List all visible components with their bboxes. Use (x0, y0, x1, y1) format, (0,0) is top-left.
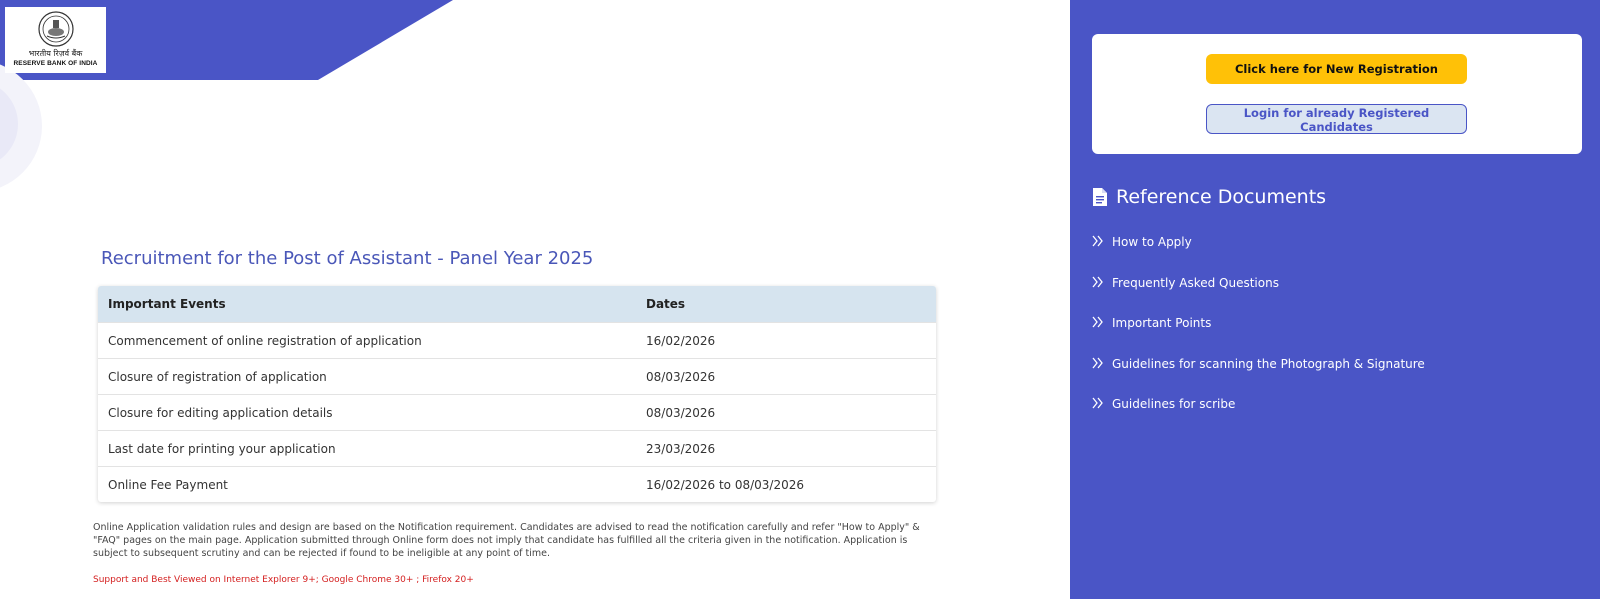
table-row: Last date for printing your application … (98, 430, 936, 467)
event-cell: Last date for printing your application (98, 430, 636, 467)
date-cell: 16/02/2026 to 08/03/2026 (636, 466, 936, 502)
event-cell: Closure for editing application details (98, 394, 636, 431)
double-chevron-right-icon (1092, 357, 1103, 369)
rbi-logo[interactable]: भारतीय रिज़र्व बैंक RESERVE BANK OF INDI… (5, 7, 106, 73)
logo-hindi-text: भारतीय रिज़र्व बैंक (28, 49, 83, 58)
event-cell: Closure of registration of application (98, 358, 636, 395)
important-events-table-card: Important Events Dates Commencement of o… (98, 286, 936, 502)
date-cell: 08/03/2026 (636, 358, 936, 395)
reference-documents-title: Reference Documents (1116, 186, 1327, 208)
date-cell: 08/03/2026 (636, 394, 936, 431)
double-chevron-right-icon (1092, 397, 1103, 409)
table-row: Online Fee Payment 16/02/2026 to 08/03/2… (98, 466, 936, 502)
reference-link-photo-signature-guidelines[interactable]: Guidelines for scanning the Photograph &… (1092, 347, 1425, 388)
sidebar: Click here for New Registration Login fo… (1070, 0, 1600, 599)
reference-link-how-to-apply[interactable]: How to Apply (1092, 225, 1425, 266)
logo-english-text: RESERVE BANK OF INDIA (13, 60, 98, 67)
important-events-table: Important Events Dates Commencement of o… (98, 286, 936, 502)
date-cell: 23/03/2026 (636, 430, 936, 467)
table-row: Closure of registration of application 0… (98, 358, 936, 395)
table-row: Commencement of online registration of a… (98, 322, 936, 359)
event-cell: Online Fee Payment (98, 466, 636, 502)
rbi-emblem-icon (37, 11, 74, 47)
table-header-row: Important Events Dates (98, 286, 936, 323)
double-chevron-right-icon (1092, 276, 1103, 288)
event-cell: Commencement of online registration of a… (98, 322, 636, 359)
reference-link-important-points[interactable]: Important Points (1092, 306, 1425, 347)
reference-link-scribe-guidelines[interactable]: Guidelines for scribe (1092, 387, 1425, 428)
document-icon (1093, 188, 1107, 206)
page: भारतीय रिज़र्व बैंक RESERVE BANK OF INDI… (0, 0, 1600, 599)
reference-link-label[interactable]: Important Points (1112, 316, 1211, 330)
header-important-events: Important Events (98, 286, 636, 323)
browser-support-note: Support and Best Viewed on Internet Expl… (93, 575, 474, 585)
table-row: Closure for editing application details … (98, 394, 936, 431)
reference-link-label[interactable]: How to Apply (1112, 235, 1192, 249)
date-cell: 16/02/2026 (636, 322, 936, 359)
reference-documents-heading: Reference Documents (1092, 186, 1326, 208)
main-content: भारतीय रिज़र्व बैंक RESERVE BANK OF INDI… (0, 0, 1070, 599)
page-title: Recruitment for the Post of Assistant - … (101, 248, 594, 269)
reference-link-faq[interactable]: Frequently Asked Questions (1092, 266, 1425, 307)
reference-documents-list: How to Apply Frequently Asked Questions … (1092, 225, 1425, 428)
registration-card: Click here for New Registration Login fo… (1092, 34, 1582, 154)
reference-link-label[interactable]: Guidelines for scanning the Photograph &… (1112, 357, 1425, 371)
reference-link-label[interactable]: Frequently Asked Questions (1112, 276, 1279, 290)
double-chevron-right-icon (1092, 235, 1103, 247)
login-button[interactable]: Login for already Registered Candidates (1206, 104, 1467, 134)
double-chevron-right-icon (1092, 316, 1103, 328)
application-notice: Online Application validation rules and … (93, 522, 920, 559)
new-registration-button[interactable]: Click here for New Registration (1206, 54, 1467, 84)
header-dates: Dates (636, 286, 936, 323)
reference-link-label[interactable]: Guidelines for scribe (1112, 397, 1235, 411)
